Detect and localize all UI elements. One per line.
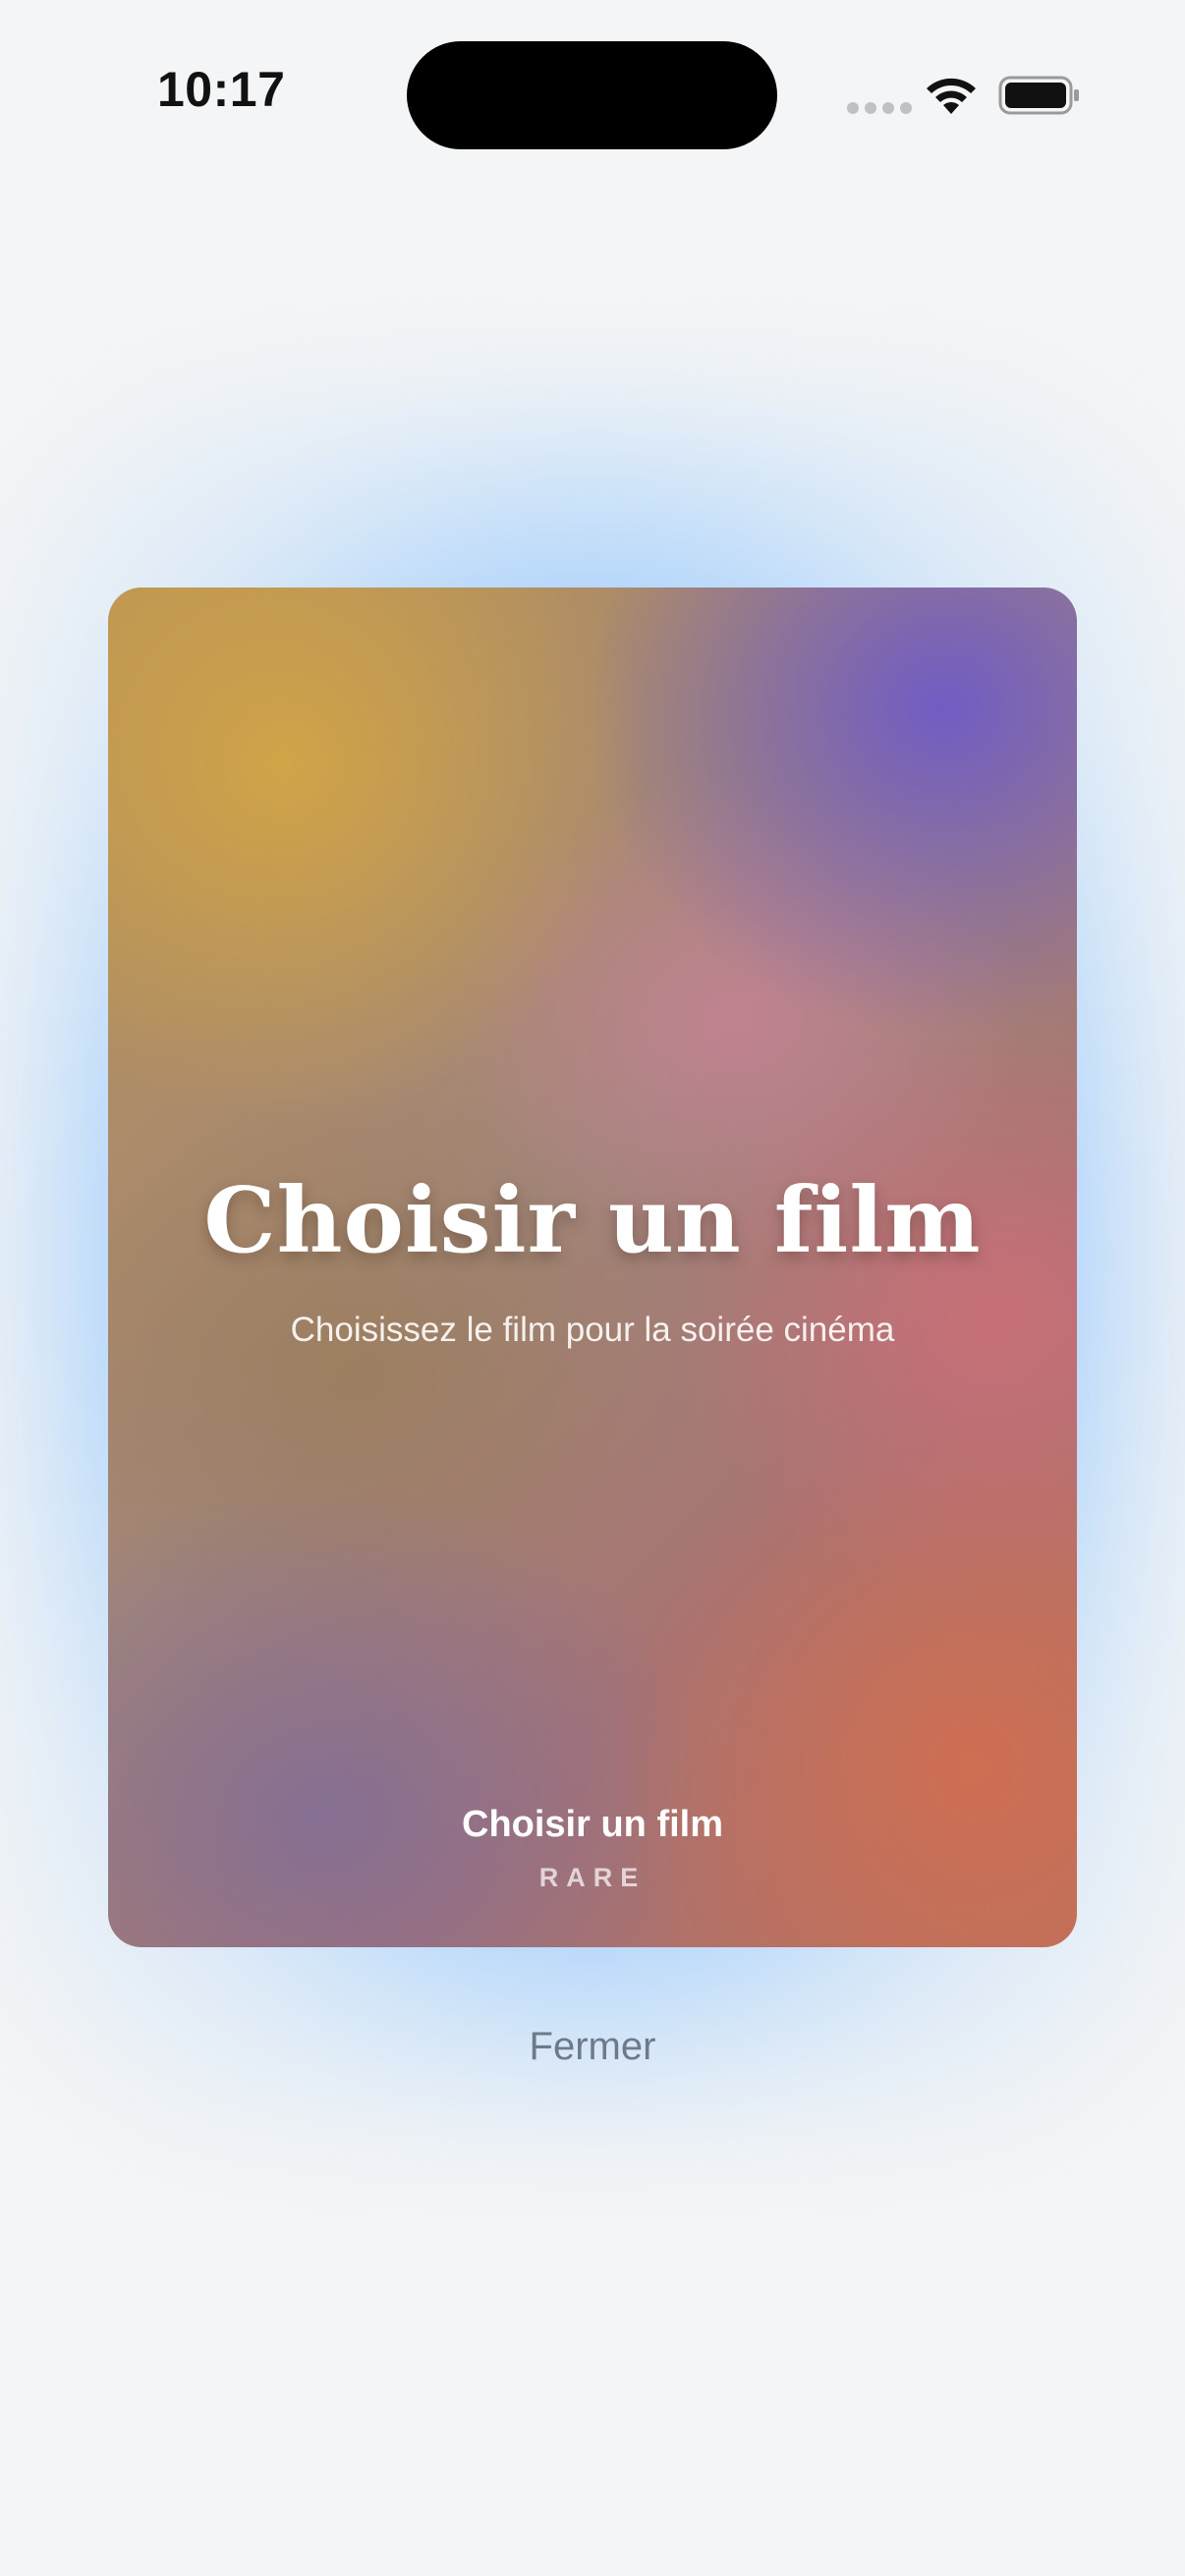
card-subtitle: Choisissez le film pour la soirée cinéma xyxy=(290,1311,895,1349)
film-card[interactable]: Choisir un film Choisissez le film pour … xyxy=(108,588,1077,1947)
rarity-badge: RARE xyxy=(538,1863,647,1892)
card-footer-title: Choisir un film xyxy=(462,1804,723,1845)
status-bar: 10:17 xyxy=(0,0,1185,196)
status-time: 10:17 xyxy=(157,62,286,117)
battery-icon xyxy=(998,76,1079,115)
card-title: Choisir un film xyxy=(203,1167,982,1273)
cellular-signal-icon xyxy=(847,102,912,114)
wifi-icon xyxy=(927,78,976,114)
close-button[interactable]: Fermer xyxy=(445,2010,740,2081)
dynamic-island xyxy=(407,41,777,149)
